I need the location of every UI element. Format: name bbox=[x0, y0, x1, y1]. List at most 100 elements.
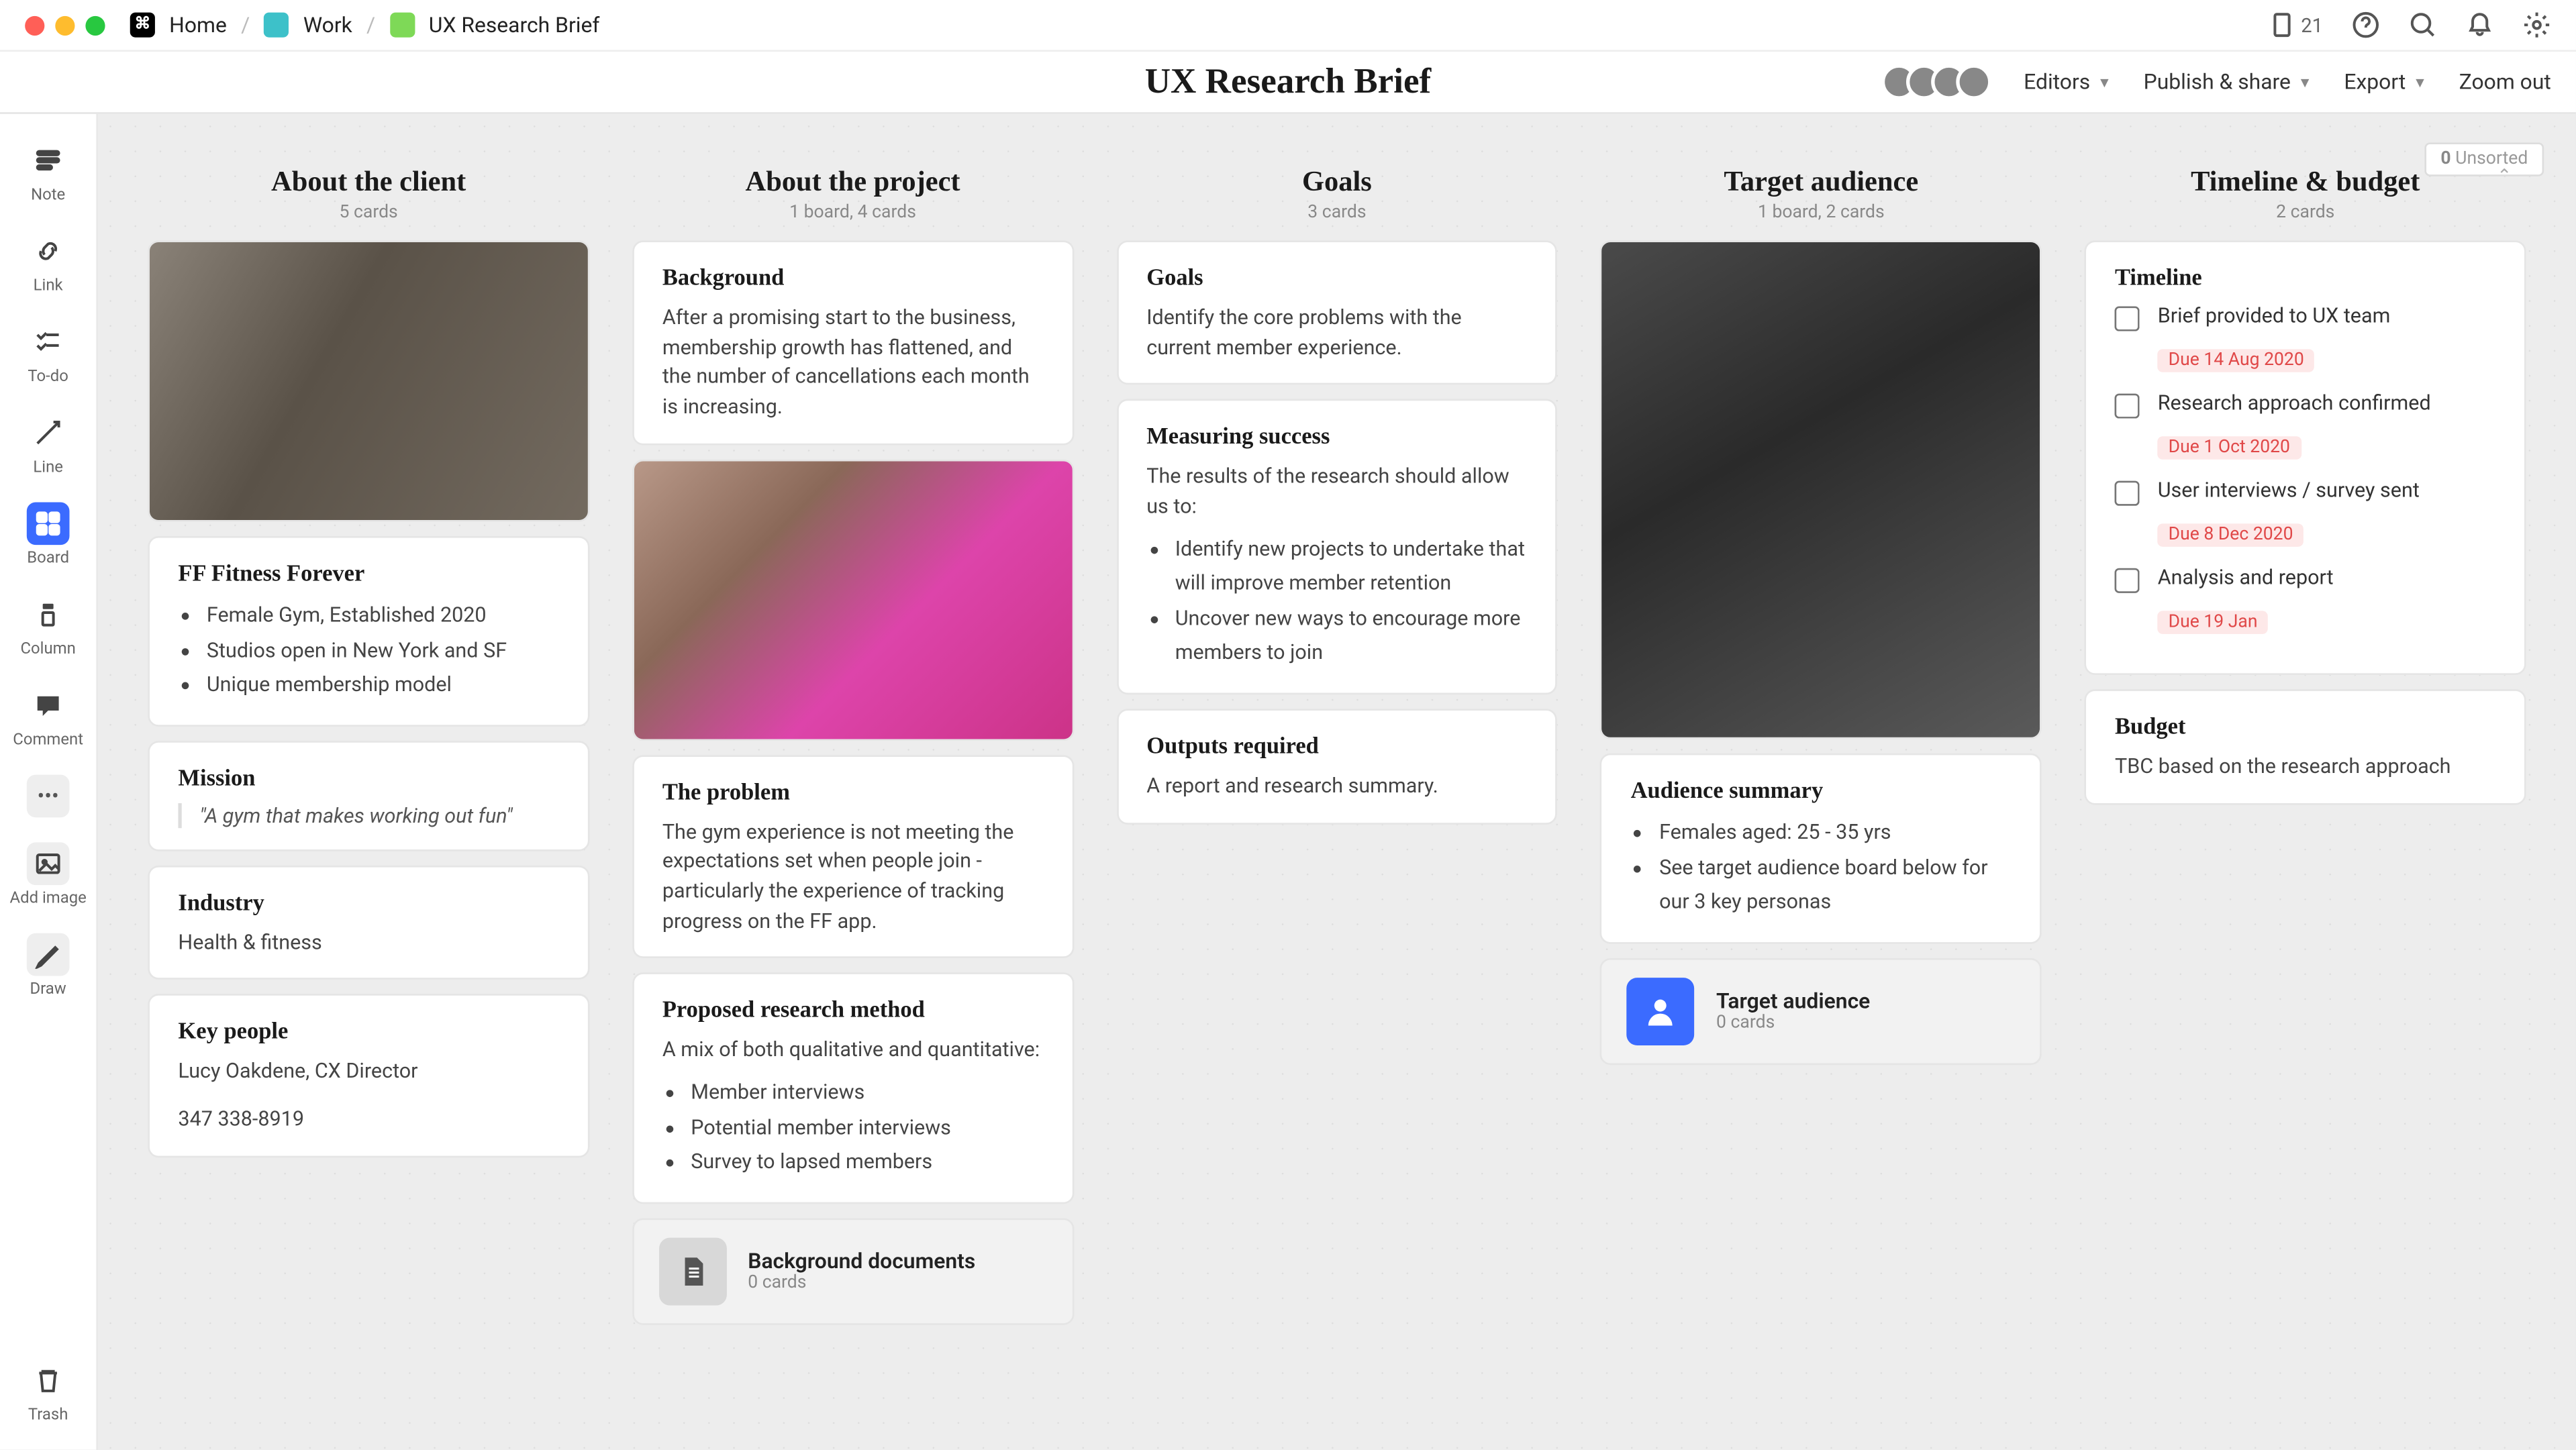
column: About the project 1 board, 4 cards Backg… bbox=[632, 167, 1074, 1324]
crumb-work[interactable]: Work bbox=[303, 13, 352, 38]
gear-icon[interactable] bbox=[2522, 11, 2550, 39]
document-icon bbox=[659, 1237, 727, 1305]
subboard-card[interactable]: Target audience0 cards bbox=[1601, 957, 2042, 1064]
checkbox[interactable] bbox=[2115, 481, 2140, 506]
list-item: Survey to lapsed members bbox=[691, 1145, 1043, 1180]
tool-link[interactable]: Link bbox=[27, 229, 70, 295]
checkbox[interactable] bbox=[2115, 307, 2140, 331]
column-header[interactable]: Timeline & budget 2 cards ⌃ bbox=[2085, 167, 2526, 222]
topbar: ⌘ Home / Work / UX Research Brief 21 bbox=[0, 0, 2576, 52]
zoom-out-button[interactable]: Zoom out bbox=[2459, 70, 2551, 95]
list-card[interactable]: Audience summaryFemales aged: 25 - 35 yr… bbox=[1601, 754, 2042, 943]
tool-comment[interactable]: Comment bbox=[13, 684, 83, 749]
todo-item[interactable]: Research approach confirmed bbox=[2115, 390, 2495, 418]
list-card[interactable]: Proposed research methodA mix of both qu… bbox=[632, 973, 1074, 1203]
column-count: 1 board, 4 cards bbox=[632, 203, 1074, 223]
column-header[interactable]: About the client 5 cards bbox=[148, 167, 589, 222]
todo-label: Research approach confirmed bbox=[2158, 390, 2431, 415]
tool-board[interactable]: Board bbox=[27, 502, 70, 568]
tool-todo[interactable]: To-do bbox=[27, 321, 70, 386]
card-body: A report and research summary. bbox=[1146, 771, 1527, 800]
timeline-card[interactable]: Timeline Brief provided to UX teamDue 14… bbox=[2085, 240, 2526, 675]
tool-column[interactable]: Column bbox=[20, 593, 75, 659]
todo-item[interactable]: Analysis and report bbox=[2115, 564, 2495, 592]
checkbox[interactable] bbox=[2115, 568, 2140, 593]
page-title: UX Research Brief bbox=[1145, 62, 1432, 103]
image-card[interactable] bbox=[148, 240, 589, 521]
page-icon[interactable] bbox=[389, 13, 414, 38]
minimize-icon[interactable] bbox=[55, 15, 75, 35]
column-header[interactable]: Goals 3 cards bbox=[1116, 167, 1558, 222]
todo-item[interactable]: User interviews / survey sent bbox=[2115, 477, 2495, 505]
list-item: See target audience board below for our … bbox=[1659, 851, 2012, 921]
maximize-icon[interactable] bbox=[85, 15, 105, 35]
text-card[interactable]: Outputs requiredA report and research su… bbox=[1116, 709, 1558, 824]
chevron-down-icon: ▼ bbox=[2413, 74, 2427, 90]
text-card[interactable]: IndustryHealth & fitness bbox=[148, 865, 589, 980]
subboard-title: Background documents bbox=[748, 1249, 975, 1274]
image-card[interactable] bbox=[632, 459, 1074, 740]
checkbox[interactable] bbox=[2115, 394, 2140, 419]
subboard-count: 0 cards bbox=[1716, 1014, 1870, 1033]
column-count: 1 board, 2 cards bbox=[1601, 203, 2042, 223]
list-item: Females aged: 25 - 35 yrs bbox=[1659, 816, 2012, 851]
bell-icon[interactable] bbox=[2465, 11, 2493, 39]
editors-menu[interactable]: Editors▼ bbox=[2024, 70, 2112, 95]
subboard-card[interactable]: Background documents0 cards bbox=[632, 1218, 1074, 1325]
card-body: TBC based on the research approach bbox=[2115, 752, 2495, 781]
text-card[interactable]: Budget TBC based on the research approach bbox=[2085, 689, 2526, 805]
text-card[interactable]: Mission"A gym that makes working out fun… bbox=[148, 740, 589, 851]
device-count[interactable]: 21 bbox=[2267, 11, 2323, 39]
column: About the client 5 cards FF Fitness Fore… bbox=[148, 167, 589, 1171]
column: Goals 3 cards GoalsIdentify the core pro… bbox=[1116, 167, 1558, 837]
tool-note[interactable]: Note bbox=[27, 139, 70, 205]
main: Note Link To-do Line Board Column Commen… bbox=[0, 114, 2576, 1450]
text-card[interactable]: Key peopleLucy Oakdene, CX Director347 3… bbox=[148, 994, 589, 1157]
publish-menu[interactable]: Publish & share▼ bbox=[2144, 70, 2312, 95]
column-header[interactable]: Target audience 1 board, 2 cards bbox=[1601, 167, 2042, 222]
list-card[interactable]: FF Fitness ForeverFemale Gym, Establishe… bbox=[148, 536, 589, 726]
list-card[interactable]: Measuring successThe results of the rese… bbox=[1116, 399, 1558, 694]
card-title: Goals bbox=[1146, 264, 1527, 292]
trash-button[interactable]: Trash bbox=[27, 1359, 70, 1425]
text-card[interactable]: GoalsIdentify the core problems with the… bbox=[1116, 240, 1558, 385]
tool-line[interactable]: Line bbox=[27, 411, 70, 477]
crumb-page[interactable]: UX Research Brief bbox=[429, 13, 600, 38]
export-menu[interactable]: Export▼ bbox=[2344, 70, 2427, 95]
card-title: Budget bbox=[2115, 713, 2495, 741]
todo-item[interactable]: Brief provided to UX team bbox=[2115, 303, 2495, 331]
folder-icon[interactable] bbox=[264, 13, 289, 38]
card-title: Mission bbox=[178, 764, 558, 792]
text-card[interactable]: BackgroundAfter a promising start to the… bbox=[632, 240, 1074, 444]
home-icon[interactable]: ⌘ bbox=[130, 13, 155, 38]
card-body: A mix of both qualitative and quantitati… bbox=[662, 1035, 1043, 1065]
editor-avatars[interactable] bbox=[1892, 64, 1992, 100]
image-card[interactable] bbox=[1601, 240, 2042, 739]
window-controls[interactable] bbox=[25, 15, 105, 35]
column-count: 2 cards bbox=[2085, 203, 2526, 223]
column-title: Target audience bbox=[1601, 167, 2042, 199]
subboard-count: 0 cards bbox=[748, 1274, 975, 1293]
todo-label: Analysis and report bbox=[2158, 564, 2334, 589]
column: Timeline & budget 2 cards ⌃ Timeline Bri… bbox=[2085, 167, 2526, 819]
tool-more[interactable]: ••• bbox=[27, 775, 70, 818]
card-title: Background bbox=[662, 264, 1043, 292]
close-icon[interactable] bbox=[25, 15, 44, 35]
search-icon[interactable] bbox=[2408, 11, 2436, 39]
due-badge: Due 1 Oct 2020 bbox=[2158, 436, 2301, 460]
card-body: Lucy Oakdene, CX Director bbox=[178, 1057, 558, 1086]
tool-add-image[interactable]: Add image bbox=[10, 842, 87, 908]
card-title: Timeline bbox=[2115, 264, 2495, 292]
column-header[interactable]: About the project 1 board, 4 cards bbox=[632, 167, 1074, 222]
help-icon[interactable] bbox=[2352, 11, 2380, 39]
tool-draw[interactable]: Draw bbox=[27, 933, 70, 999]
collapse-icon[interactable]: ⌃ bbox=[2497, 167, 2512, 187]
person-icon bbox=[1627, 977, 1695, 1045]
avatar[interactable] bbox=[1956, 64, 1991, 100]
subboard-title: Target audience bbox=[1716, 988, 1870, 1013]
canvas[interactable]: 0 Unsorted About the client 5 cards FF F… bbox=[98, 114, 2576, 1450]
list-item: Potential member interviews bbox=[691, 1110, 1043, 1145]
text-card[interactable]: The problemThe gym experience is not mee… bbox=[632, 755, 1074, 959]
crumb-home[interactable]: Home bbox=[169, 13, 227, 38]
due-badge: Due 19 Jan bbox=[2158, 611, 2269, 634]
